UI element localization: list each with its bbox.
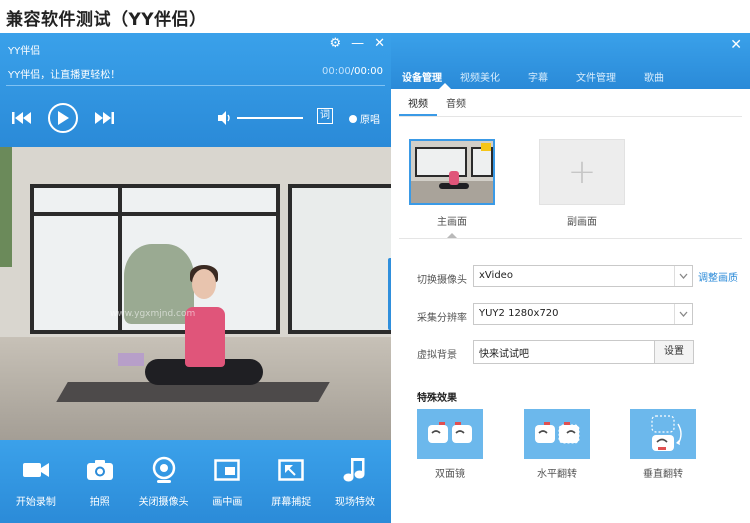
subtab-audio[interactable]: 音频 (437, 95, 475, 116)
original-vocal-toggle[interactable]: 原唱 (349, 111, 380, 126)
tool-label: 现场特效 (335, 497, 376, 508)
time-current: 00:00 (321, 66, 351, 77)
adjust-quality-link[interactable]: 调整画质 (698, 269, 738, 284)
fx-label: 双面镜 (435, 469, 465, 480)
tab-device-management[interactable]: 设备管理 (395, 69, 449, 84)
resolution-label: 采集分辨率 (417, 313, 467, 324)
previous-button[interactable] (12, 103, 32, 133)
fx-label: 垂直翻转 (643, 469, 683, 480)
camera-value: xVideo (479, 270, 513, 281)
skip-forward-icon (95, 112, 114, 124)
active-tab-pointer (439, 83, 451, 89)
music-note-icon (343, 458, 365, 482)
webcam-icon (152, 456, 175, 483)
original-vocal-label: 原唱 (360, 115, 380, 126)
minimize-icon[interactable]: — (351, 37, 364, 51)
panel-tabs: 设备管理 视频美化 字幕 文件管理 歌曲 (391, 69, 681, 84)
tool-label: 开始录制 (15, 497, 56, 508)
screen-capture-button[interactable]: 屏幕捕捉 (261, 440, 321, 523)
slogan-text: YY伴侣，让直播更轻松！ (8, 70, 121, 81)
lyric-button[interactable]: 词 (317, 108, 333, 124)
player-window: YY伴侣 ⚙ — ✕ YY伴侣，让直播更轻松！ 00:00/00:00 词 原唱 (0, 33, 391, 523)
player-header: YY伴侣 ⚙ — ✕ YY伴侣，让直播更轻松！ 00:00/00:00 词 原唱 (0, 33, 391, 147)
settings-panel: ✕ 设备管理 视频美化 字幕 文件管理 歌曲 视频 音频 主画面 + 副画面 切… (391, 33, 750, 523)
vertical-flip-icon (651, 415, 682, 451)
chevron-down-icon (674, 266, 692, 286)
add-sub-scene-button[interactable]: + (539, 139, 625, 205)
fx-vertical-flip[interactable] (630, 409, 696, 459)
picture-in-picture-icon (214, 459, 241, 481)
thumb-window (415, 147, 467, 177)
tool-label: 画中画 (212, 497, 243, 508)
special-effects-title: 特殊效果 (417, 393, 457, 404)
tab-subtitles[interactable]: 字幕 (511, 69, 565, 84)
plus-icon: + (567, 152, 597, 192)
time-readout: 00:00/00:00 (322, 66, 383, 77)
camera-icon (86, 460, 113, 480)
virtual-bg-label: 虚拟背景 (417, 350, 457, 361)
scene-person-head (192, 269, 216, 299)
video-camera-icon (22, 463, 49, 477)
fx-double-mirror[interactable] (417, 409, 483, 459)
camera-label: 切换摄像头 (417, 275, 467, 286)
video-watermark: www.ygxmjnd.com (110, 309, 196, 319)
sub-scene-label: 副画面 (567, 217, 597, 228)
screen-capture-icon (278, 459, 304, 481)
fx-label: 水平翻转 (537, 469, 577, 480)
close-icon[interactable]: ✕ (730, 37, 742, 53)
scene-window-right (288, 184, 391, 334)
scene-transom (34, 212, 276, 216)
gear-icon[interactable]: ⚙ (329, 37, 341, 51)
tab-video-beautify[interactable]: 视频美化 (453, 69, 507, 84)
horizontal-flip-icon (535, 422, 580, 444)
thumb-person (449, 171, 459, 185)
start-record-button[interactable]: 开始录制 (6, 440, 66, 523)
subtab-video[interactable]: 视频 (399, 95, 437, 116)
double-mirror-icon (428, 422, 472, 443)
app-name: YY伴侣 (8, 46, 41, 57)
play-circle (48, 103, 78, 133)
skip-back-icon (12, 112, 31, 124)
panel-header: ✕ 设备管理 视频美化 字幕 文件管理 歌曲 (391, 33, 750, 89)
main-scene-label: 主画面 (437, 217, 467, 228)
close-webcam-button[interactable]: 关闭摄像头 (134, 440, 194, 523)
radio-dot (349, 114, 357, 123)
tab-songs[interactable]: 歌曲 (627, 69, 681, 84)
play-icon (58, 111, 69, 125)
live-effects-button[interactable]: 现场特效 (325, 440, 385, 523)
seek-bar[interactable] (6, 85, 385, 86)
window-buttons: ⚙ — ✕ (329, 37, 385, 51)
virtual-bg-set-button[interactable]: 设置 (654, 340, 694, 364)
resolution-value: YUY2 1280x720 (479, 308, 559, 319)
next-button[interactable] (94, 103, 114, 133)
page-title: 兼容软件测试（YY伴侣） (6, 10, 207, 30)
fx-horizontal-flip[interactable] (524, 409, 590, 459)
tab-file-management[interactable]: 文件管理 (569, 69, 623, 84)
bottom-toolbar: 开始录制 拍照 关闭摄像头 画中画 屏幕捕捉 现场特效 (0, 440, 391, 523)
close-icon[interactable]: ✕ (374, 37, 385, 51)
badge-icon (481, 143, 491, 151)
scene-yoga-block (118, 353, 144, 366)
divider (399, 238, 742, 239)
tool-label: 拍照 (89, 497, 110, 508)
time-total: 00:00 (354, 66, 383, 77)
video-preview: www.ygxmjnd.com (0, 147, 391, 440)
main-scene-thumbnail[interactable] (409, 139, 495, 205)
play-button[interactable] (48, 103, 78, 133)
thumb-window-2 (471, 147, 493, 177)
sub-tabs: 视频 音频 (399, 95, 742, 117)
picture-in-picture-button[interactable]: 画中画 (197, 440, 257, 523)
volume-slider[interactable] (237, 117, 303, 119)
camera-select[interactable]: xVideo (473, 265, 693, 287)
scene-yoga-mat (56, 382, 330, 402)
resolution-select[interactable]: YUY2 1280x720 (473, 303, 693, 325)
take-photo-button[interactable]: 拍照 (70, 440, 130, 523)
virtual-bg-input[interactable] (473, 340, 655, 364)
volume-icon[interactable] (218, 111, 232, 125)
tool-label: 屏幕捕捉 (271, 497, 312, 508)
tool-label: 关闭摄像头 (138, 497, 189, 508)
scene-plant (0, 147, 12, 267)
chevron-down-icon (674, 304, 692, 324)
